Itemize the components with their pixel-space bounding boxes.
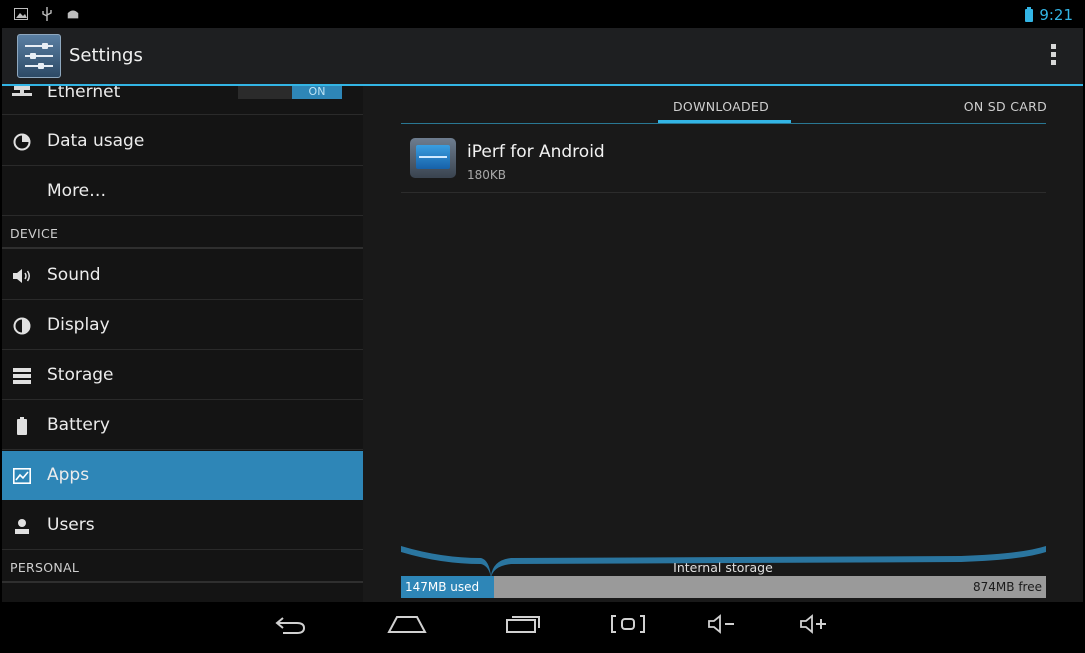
battery-status-icon <box>1025 6 1034 22</box>
iperf-app-icon <box>410 138 456 178</box>
navigation-bar <box>2 602 1083 651</box>
section-header-personal: PERSONAL <box>2 551 363 583</box>
home-icon <box>387 614 427 638</box>
sidebar-item-ethernet[interactable]: Ethernet ON <box>2 86 363 115</box>
clock: 9:21 <box>1039 6 1073 24</box>
action-bar: Settings <box>2 28 1083 86</box>
volume-up-icon <box>798 614 830 638</box>
back-icon <box>273 614 307 638</box>
sidebar-item-apps[interactable]: Apps <box>2 451 363 500</box>
sidebar-item-storage[interactable]: Storage <box>2 351 363 400</box>
apps-icon <box>12 466 32 486</box>
sidebar-item-users[interactable]: Users <box>2 501 363 550</box>
users-icon <box>12 516 32 536</box>
active-tab-indicator <box>658 120 791 123</box>
volume-down-icon <box>706 614 738 638</box>
tab-divider <box>401 123 1046 124</box>
sidebar-item-label: Apps <box>47 465 90 485</box>
storage-bar: 147MB used 874MB free <box>401 576 1046 598</box>
sidebar-item-label: Battery <box>47 415 110 435</box>
recent-apps-icon <box>505 614 541 638</box>
overflow-menu-icon[interactable] <box>1051 44 1057 65</box>
volume-down-button[interactable] <box>705 612 739 640</box>
section-label: DEVICE <box>10 226 59 241</box>
gallery-icon <box>14 7 28 21</box>
sidebar-item-label: Storage <box>47 365 114 385</box>
tablet-screen: 9:21 Settings Ethernet ON Data usage Mor… <box>2 2 1083 651</box>
section-label: PERSONAL <box>10 560 80 575</box>
usb-icon <box>40 7 54 21</box>
app-size: 180KB <box>467 168 507 182</box>
sidebar-item-label: Ethernet <box>47 86 121 102</box>
sidebar-item-label: Display <box>47 315 110 335</box>
home-button[interactable] <box>385 612 429 640</box>
ethernet-icon <box>12 86 32 102</box>
storage-used-text: 147MB used <box>405 580 480 594</box>
display-icon <box>12 316 32 336</box>
screenshot-icon <box>609 614 647 638</box>
status-bar: 9:21 <box>2 2 1083 28</box>
sidebar-item-data-usage[interactable]: Data usage <box>2 117 363 166</box>
sidebar-item-label: Data usage <box>47 131 145 151</box>
screenshot-button[interactable] <box>608 612 648 640</box>
settings-app-icon[interactable] <box>17 34 61 78</box>
section-header-device: DEVICE <box>2 217 363 249</box>
sidebar-item-sound[interactable]: Sound <box>2 251 363 300</box>
apps-content: DOWNLOADED ON SD CARD iPerf for Android … <box>363 86 1083 602</box>
data-usage-icon <box>12 132 32 152</box>
sidebar-item-label: Users <box>47 515 95 535</box>
tab-on-sd-card[interactable]: ON SD CARD <box>964 99 1047 114</box>
storage-label: Internal storage <box>673 560 773 575</box>
volume-up-button[interactable] <box>797 612 831 640</box>
settings-sidebar: Ethernet ON Data usage More… DEVICE Soun… <box>2 86 363 602</box>
tab-downloaded[interactable]: DOWNLOADED <box>673 99 769 114</box>
sidebar-item-label: More… <box>47 181 107 201</box>
ethernet-toggle[interactable]: ON <box>238 86 342 99</box>
page-title: Settings <box>69 45 143 66</box>
android-debug-icon <box>66 7 80 21</box>
sidebar-item-display[interactable]: Display <box>2 301 363 350</box>
sidebar-item-battery[interactable]: Battery <box>2 401 363 450</box>
list-item[interactable]: iPerf for Android 180KB <box>401 130 1046 193</box>
sound-icon <box>12 266 32 286</box>
sidebar-item-label: Sound <box>47 265 101 285</box>
storage-icon <box>12 366 32 386</box>
battery-icon <box>12 416 32 436</box>
app-name: iPerf for Android <box>467 142 605 162</box>
toggle-on-label: ON <box>292 86 342 99</box>
recent-apps-button[interactable] <box>504 612 542 640</box>
storage-free-text: 874MB free <box>973 580 1042 594</box>
sidebar-item-more[interactable]: More… <box>2 167 363 216</box>
back-button[interactable] <box>270 612 310 640</box>
